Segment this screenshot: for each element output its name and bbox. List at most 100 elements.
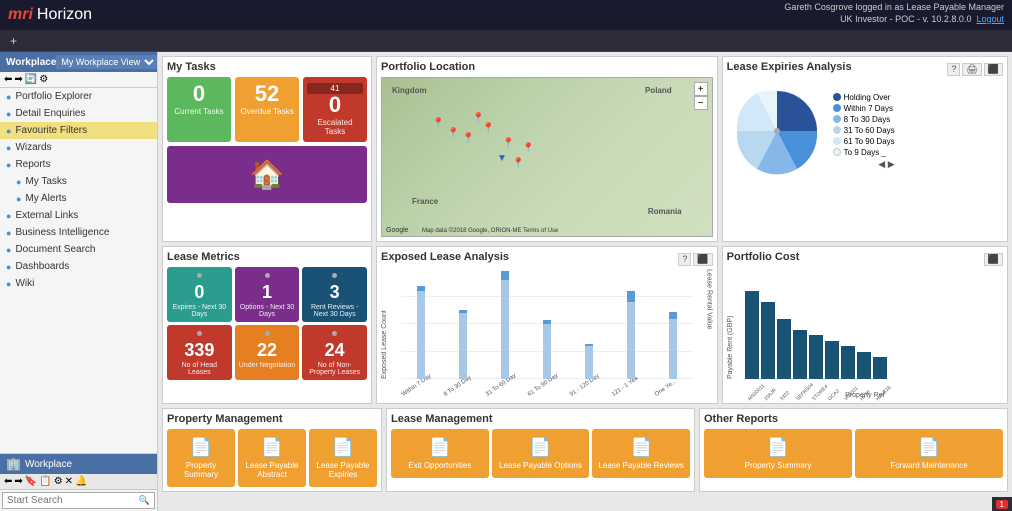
legend-item-holding-over: Holding Over: [833, 93, 895, 102]
exit-opportunities-card[interactable]: 📄 Exit Opportunities: [391, 429, 489, 478]
sidebar-view-select[interactable]: My Workplace View: [56, 55, 157, 69]
x-label: 3322: [779, 388, 793, 402]
logout-link[interactable]: Logout: [976, 14, 1004, 24]
sidebar-bottom-icon-3[interactable]: 🔖: [25, 476, 37, 487]
sidebar-bottom-icon-4[interactable]: 📋: [39, 476, 51, 487]
help-icon[interactable]: ?: [678, 253, 691, 266]
property-summary-card[interactable]: 📄 Property Summary: [167, 429, 235, 487]
sidebar-bottom-icon-5[interactable]: ⚙: [54, 476, 63, 487]
bar-small: [627, 291, 635, 302]
current-tasks-card[interactable]: 0 Current Tasks: [167, 77, 231, 142]
sidebar-icon-4[interactable]: ⚙: [39, 74, 48, 85]
head-leases-card[interactable]: 339 No of Head Leases: [167, 325, 232, 380]
lease-payable-abstract-card[interactable]: 📄 Lease Payable Abstract: [238, 429, 306, 487]
escalated-tasks-card[interactable]: 41 0 Escalated Tasks: [303, 77, 367, 142]
portfolio-location-panel: Portfolio Location Kingdom Poland France…: [376, 56, 718, 242]
sidebar-item-label: My Alerts: [25, 193, 66, 204]
print-icon[interactable]: 🖨: [962, 63, 981, 76]
bar-group-5: [569, 269, 608, 379]
metric-dot: [332, 331, 337, 336]
user-info: Gareth Cosgrove logged in as Lease Payab…: [784, 2, 1004, 25]
sidebar-item-external-links[interactable]: ● External Links: [0, 207, 157, 224]
map-pin-2: 📍: [447, 128, 459, 139]
property-summary-report-card[interactable]: 📄 Property Summary: [704, 429, 852, 478]
lease-payable-options-card[interactable]: 📄 Lease Payable Options: [492, 429, 590, 478]
sidebar-icon-1[interactable]: ⬅: [4, 74, 12, 85]
exposed-lease-title: Exposed Lease Analysis: [381, 251, 509, 263]
sidebar-icon-2[interactable]: ➡: [14, 74, 22, 85]
sidebar-item-label: Document Search: [15, 244, 95, 255]
sidebar-item-dashboards[interactable]: ● Dashboards: [0, 258, 157, 275]
scroll-right-icon[interactable]: ▶: [888, 159, 895, 169]
expand-icon[interactable]: ⬛: [984, 63, 1003, 76]
lease-payable-reviews-card[interactable]: 📄 Lease Payable Reviews: [592, 429, 690, 478]
sidebar-bottom-icon-6[interactable]: ✕: [65, 476, 73, 487]
legend-label: To 9 Days _: [844, 148, 886, 157]
sidebar-bottom-icons: ⬅ ➡ 🔖 📋 ⚙ ✕ 🔔: [0, 474, 157, 490]
expires-card[interactable]: 0 Expires - Next 30 Days: [167, 267, 232, 322]
x-label: STORE4: [811, 388, 825, 402]
lease-payable-expiries-card[interactable]: 📄 Lease Payable Expiries: [309, 429, 377, 487]
add-button[interactable]: +: [4, 34, 23, 48]
non-property-leases-card[interactable]: 24 No of Non-Property Leases: [302, 325, 367, 380]
under-negotiation-card[interactable]: 22 Under Negotiation: [235, 325, 300, 380]
forward-maintenance-card[interactable]: 📄 Forward Maintenance: [855, 429, 1003, 478]
escalated-tasks-label: Escalated Tasks: [307, 118, 363, 136]
sidebar-item-my-alerts[interactable]: ● My Alerts: [0, 190, 157, 207]
bar-small: [669, 312, 677, 319]
sidebar-bottom-icon-1[interactable]: ⬅: [4, 476, 12, 487]
escalated-tasks-num: 0: [307, 94, 363, 116]
sidebar-item-label: My Tasks: [25, 176, 67, 187]
expand-icon[interactable]: ⬛: [693, 253, 712, 266]
card-label: Exit Opportunities: [395, 461, 485, 470]
document-icon: 📄: [708, 437, 848, 458]
portfolio-cost-title: Portfolio Cost: [727, 251, 800, 263]
sidebar-bottom: 🏢 Workplace ⬅ ➡ 🔖 📋 ⚙ ✕ 🔔 🔍: [0, 453, 157, 511]
content-area: My Tasks 0 Current Tasks 52 Overdue Task…: [158, 52, 1012, 511]
sidebar-item-label: Business Intelligence: [15, 227, 109, 238]
rent-reviews-card[interactable]: 3 Rent Reviews - Next 30 Days: [302, 267, 367, 322]
sidebar-item-wizards[interactable]: ● Wizards: [0, 139, 157, 156]
status-bar: 1: [992, 497, 1012, 511]
pie-chart: [727, 81, 827, 181]
bar-large: [459, 313, 467, 379]
scroll-left-icon[interactable]: ◀: [878, 159, 885, 169]
sidebar-workplace-bar: 🏢 Workplace: [0, 454, 157, 474]
overdue-tasks-card[interactable]: 52 Overdue Tasks: [235, 77, 299, 142]
map-label-france: France: [412, 197, 438, 206]
bar-large: [543, 324, 551, 379]
portfolio-bars: [745, 269, 999, 379]
search-bar[interactable]: 🔍: [2, 492, 155, 509]
search-input[interactable]: [7, 495, 139, 506]
sidebar-item-business-intelligence[interactable]: ● Business Intelligence: [0, 224, 157, 241]
options-card[interactable]: 1 Options - Next 30 Days: [235, 267, 300, 322]
top-toolbar: +: [0, 30, 1012, 52]
sidebar-icon-3[interactable]: 🔄: [25, 74, 37, 85]
row-1: My Tasks 0 Current Tasks 52 Overdue Task…: [162, 56, 1008, 242]
document-icon: 📄: [859, 437, 999, 458]
sidebar-item-portfolio-explorer[interactable]: ● Portfolio Explorer: [0, 88, 157, 105]
legend-label: Within 7 Days: [844, 104, 893, 113]
help-icon[interactable]: ?: [947, 63, 960, 76]
property-management-cards: 📄 Property Summary 📄 Lease Payable Abstr…: [167, 429, 377, 487]
document-icon: 📄: [395, 437, 485, 458]
map-container[interactable]: Kingdom Poland France Romania 📍 📍 📍 📍 📍 …: [381, 77, 713, 237]
expand-icon[interactable]: ⬛: [984, 253, 1003, 266]
sidebar-item-document-search[interactable]: ● Document Search: [0, 241, 157, 258]
sidebar-item-detail-enquiries[interactable]: ● Detail Enquiries: [0, 105, 157, 122]
map-zoom-out[interactable]: −: [694, 96, 708, 110]
legend-dot: [833, 137, 841, 145]
sidebar-item-wiki[interactable]: ● Wiki: [0, 275, 157, 292]
map-background: Kingdom Poland France Romania 📍 📍 📍 📍 📍 …: [382, 78, 712, 236]
sidebar-bottom-icon-2[interactable]: ➡: [14, 476, 22, 487]
sidebar-bottom-icon-7[interactable]: 🔔: [75, 476, 87, 487]
map-label-romania: Romania: [648, 207, 682, 216]
sidebar-item-my-tasks[interactable]: ● My Tasks: [0, 173, 157, 190]
sidebar-item-favourite-filters[interactable]: ● Favourite Filters: [0, 122, 157, 139]
map-zoom-in[interactable]: +: [694, 82, 708, 96]
y-axis-left-label: Exposed Lease Count: [381, 269, 388, 379]
x-label: GCA2: [827, 388, 841, 402]
sidebar-item-reports[interactable]: ● Reports: [0, 156, 157, 173]
home-card[interactable]: 🏠: [167, 146, 367, 203]
bar-group-7: [654, 269, 693, 379]
